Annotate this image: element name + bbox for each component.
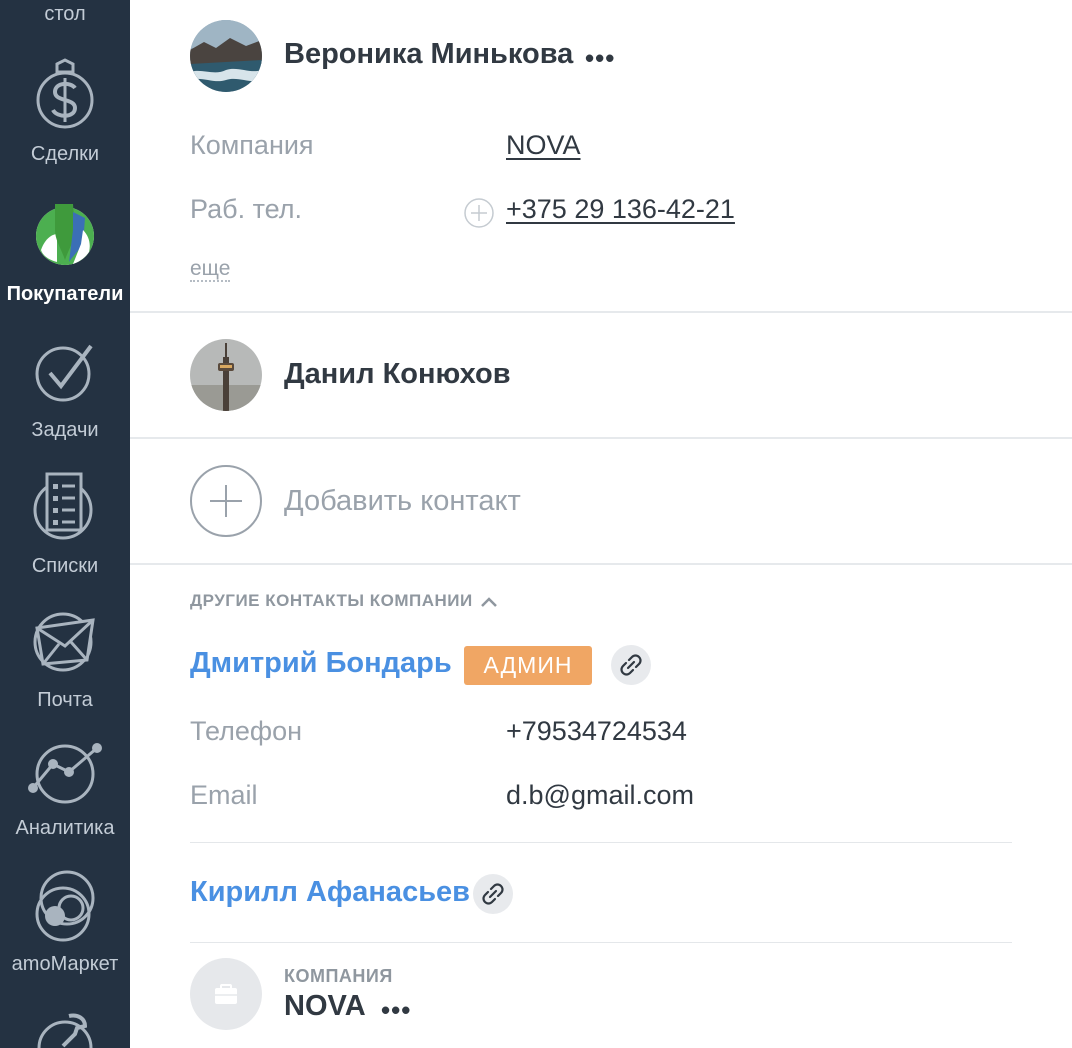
- sidebar-item-deals[interactable]: Сделки: [0, 58, 130, 166]
- avatar-photo-icon: [190, 339, 262, 411]
- sidebar: стол Сделки Покупатели Задачи Списки Поч…: [0, 0, 130, 1048]
- field-label: Раб. тел.: [190, 194, 303, 224]
- more-link[interactable]: еще: [190, 258, 231, 282]
- sidebar-item-customers[interactable]: Покупатели: [0, 200, 130, 306]
- chevron-up-icon: [481, 596, 497, 607]
- sidebar-item-desktop[interactable]: стол: [0, 0, 130, 28]
- contact-menu-icon[interactable]: •••: [585, 45, 615, 71]
- company-menu-icon[interactable]: •••: [381, 997, 411, 1023]
- contact-avatar[interactable]: [190, 20, 262, 92]
- chain-link-icon: [482, 883, 504, 905]
- sidebar-item-analytics[interactable]: Аналитика: [0, 740, 130, 840]
- role-badge: АДМИН: [464, 646, 592, 685]
- sidebar-item-label: Сделки: [30, 143, 100, 165]
- divider: [130, 563, 1072, 565]
- sidebar-item-mail[interactable]: Почта: [0, 610, 130, 712]
- sidebar-item-tasks[interactable]: Задачи: [0, 340, 130, 442]
- company-name[interactable]: NOVA: [284, 990, 366, 1023]
- company-avatar[interactable]: [190, 958, 262, 1030]
- chain-link-icon: [620, 654, 642, 676]
- field-label: Телефон: [190, 716, 303, 746]
- divider: [130, 311, 1072, 313]
- field-label: Компания: [190, 130, 314, 160]
- divider: [130, 437, 1072, 439]
- company-link[interactable]: NOVA: [506, 130, 581, 161]
- customers-icon: [36, 204, 94, 265]
- check-icon: [35, 344, 93, 402]
- sidebar-item-market[interactable]: amoМаркет: [0, 870, 130, 976]
- sidebar-item-label: Задачи: [31, 419, 99, 441]
- other-contact-name[interactable]: Кирилл Афанасьев: [190, 876, 470, 909]
- other-contact-name[interactable]: Дмитрий Бондарь: [190, 647, 452, 680]
- sidebar-item-label: Списки: [31, 555, 99, 577]
- email-value[interactable]: d.b@gmail.com: [506, 780, 694, 811]
- avatar-photo-icon: [190, 20, 262, 92]
- market-icon: [35, 870, 95, 942]
- main-content: Вероника Минькова ••• Компания NOVA Раб.…: [130, 0, 1072, 1048]
- dollar-icon: [36, 58, 94, 129]
- phone-link[interactable]: +375 29 136-42-21: [506, 194, 735, 225]
- add-phone-icon[interactable]: [463, 197, 495, 229]
- link-contact-button[interactable]: [611, 645, 651, 685]
- divider: [190, 842, 1012, 843]
- contact-name[interactable]: Данил Конюхов: [284, 358, 511, 391]
- phone-value[interactable]: +79534724534: [506, 716, 687, 747]
- sidebar-item-label: Аналитика: [15, 817, 115, 839]
- field-label: Email: [190, 780, 258, 810]
- sidebar-item-label: Почта: [37, 689, 93, 711]
- sidebar-item-label: Покупатели: [6, 283, 124, 305]
- list-icon: [33, 472, 93, 540]
- contact-name[interactable]: Вероника Минькова: [284, 38, 573, 71]
- sidebar-item-label: стол: [44, 3, 86, 25]
- company-caption: КОМПАНИЯ: [284, 966, 393, 986]
- wrench-icon: [37, 1013, 93, 1048]
- mail-icon: [33, 612, 95, 672]
- briefcase-icon: [215, 984, 237, 1004]
- analytics-icon: [28, 743, 102, 804]
- add-contact-button[interactable]: [190, 465, 262, 537]
- section-title: ДРУГИЕ КОНТАКТЫ КОМПАНИИ: [190, 591, 473, 610]
- sidebar-item-label: amoМаркет: [11, 953, 119, 975]
- link-contact-button[interactable]: [473, 874, 513, 914]
- sidebar-item-settings[interactable]: [0, 1012, 130, 1048]
- other-contacts-toggle[interactable]: ДРУГИЕ КОНТАКТЫ КОМПАНИИ: [190, 591, 498, 611]
- contact-avatar[interactable]: [190, 339, 262, 411]
- divider: [190, 942, 1012, 943]
- add-contact-label[interactable]: Добавить контакт: [284, 485, 521, 518]
- sidebar-item-lists[interactable]: Списки: [0, 470, 130, 578]
- plus-icon: [210, 485, 242, 517]
